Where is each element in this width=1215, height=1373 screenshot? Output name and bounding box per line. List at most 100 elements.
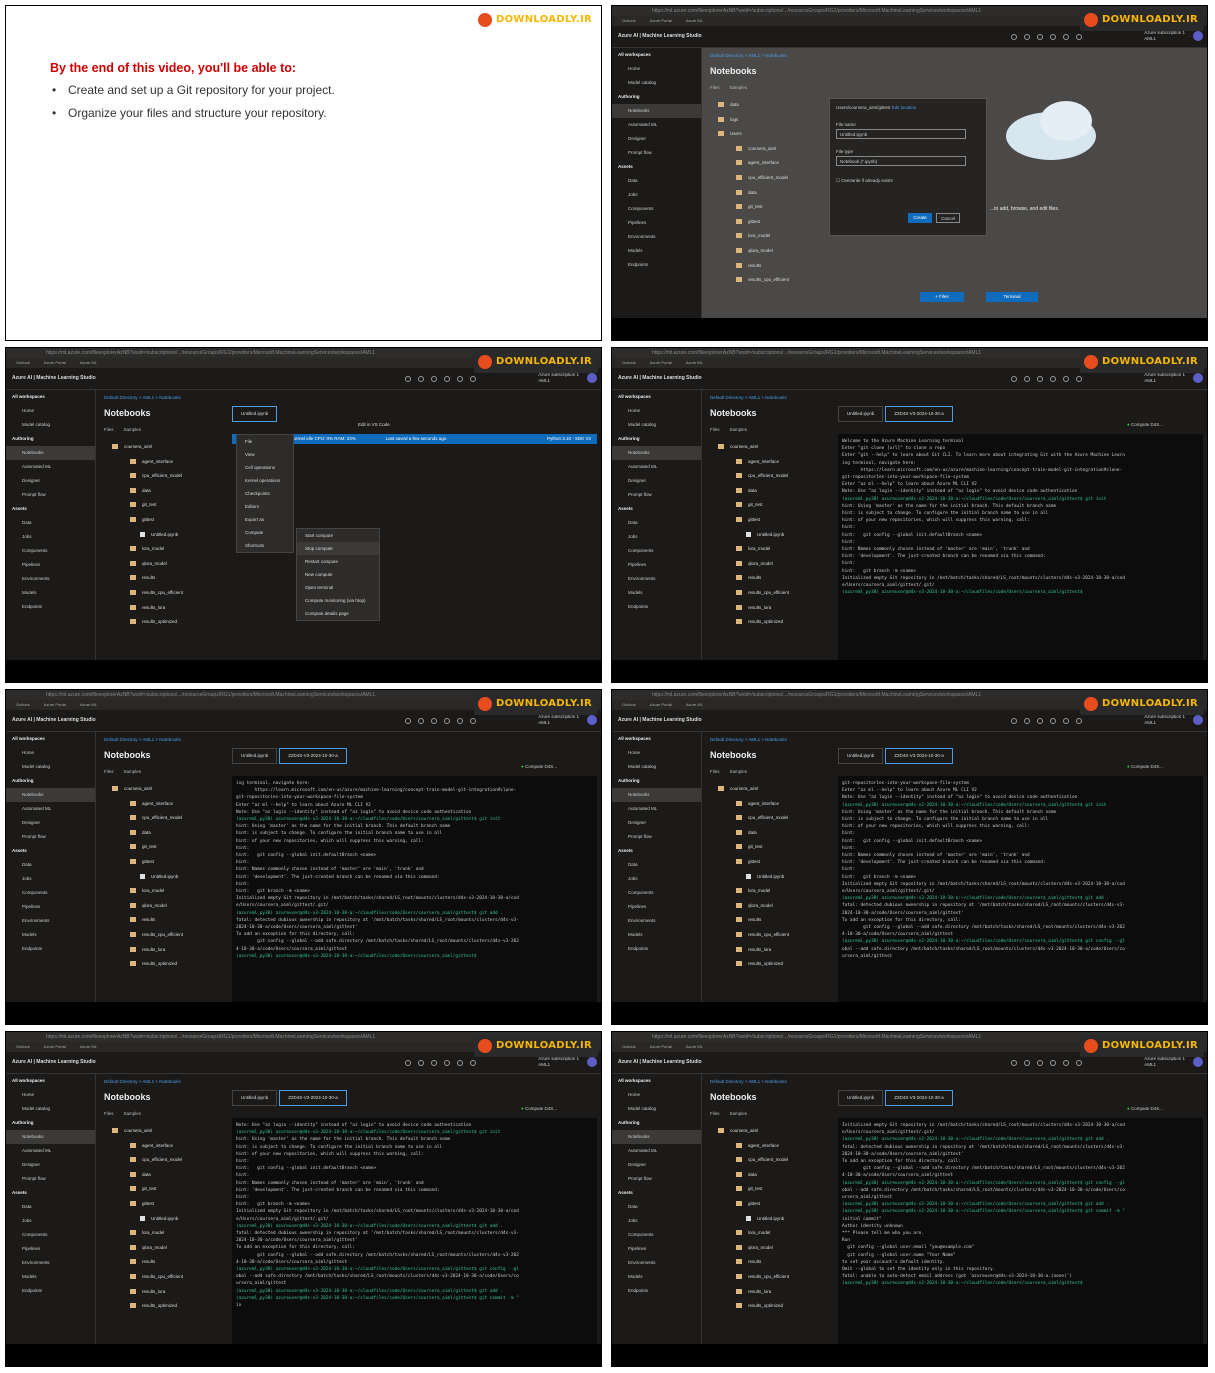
compute-indicator[interactable]: ● Compute D4S... xyxy=(1127,422,1163,427)
bookmark[interactable]: Azure ML xyxy=(686,1044,703,1049)
header-action-icon[interactable] xyxy=(1037,34,1043,40)
nav-item[interactable]: Notebooks xyxy=(612,788,701,802)
tree-item[interactable]: results_lora xyxy=(708,943,832,958)
header-action-icon[interactable] xyxy=(1050,718,1056,724)
submenu-item[interactable]: Compute monitoring (via htop) xyxy=(297,594,379,607)
tree-item[interactable]: coursera_aiml xyxy=(102,440,226,455)
nav-item[interactable]: Endpoints xyxy=(612,600,701,614)
header-action-icon[interactable] xyxy=(444,718,450,724)
tree-item[interactable]: data xyxy=(708,98,832,113)
nav-item[interactable]: Home xyxy=(6,1088,95,1102)
file-type-select[interactable]: Notebook (*.ipynb) xyxy=(836,156,966,166)
menu-item[interactable]: Export as xyxy=(237,513,293,526)
nav-item[interactable]: Jobs xyxy=(612,1214,701,1228)
header-action-icon[interactable] xyxy=(405,718,411,724)
tab-notebook[interactable]: Untitled.ipynb xyxy=(232,748,278,764)
nav-item[interactable]: Models xyxy=(612,244,701,258)
menu-item[interactable]: Kernel operations xyxy=(237,474,293,487)
nav-item[interactable]: Assets xyxy=(612,1186,701,1200)
tree-item[interactable]: results xyxy=(708,1255,832,1270)
header-action-icon[interactable] xyxy=(405,376,411,382)
tree-item[interactable]: qlora_model xyxy=(102,1241,226,1256)
tree-item[interactable]: results_cpu_efficient xyxy=(102,586,226,601)
tab-notebook[interactable]: Untitled.ipynb xyxy=(232,1090,278,1106)
terminal[interactable]: Note: Use "az login --identity" instead … xyxy=(232,1118,597,1344)
tree-item[interactable]: results xyxy=(102,1255,226,1270)
header-action-icon[interactable] xyxy=(1076,718,1082,724)
header-action-icon[interactable] xyxy=(1063,34,1069,40)
nav-item[interactable]: Models xyxy=(6,586,95,600)
submenu-item[interactable]: Open terminal xyxy=(297,581,379,594)
nav-item[interactable]: Prompt flow xyxy=(6,830,95,844)
add-files-button[interactable]: + Files xyxy=(920,292,964,302)
cancel-button[interactable]: Cancel xyxy=(936,213,960,223)
bookmark[interactable]: Azure ML xyxy=(80,1044,97,1049)
nav-item[interactable]: Notebooks xyxy=(612,104,701,118)
nav-item[interactable]: Home xyxy=(612,1088,701,1102)
header-action-icon[interactable] xyxy=(470,376,476,382)
header-action-icon[interactable] xyxy=(1011,1060,1017,1066)
header-action-icon[interactable] xyxy=(418,718,424,724)
tree-item[interactable]: data xyxy=(708,484,832,499)
header-action-icon[interactable] xyxy=(1011,376,1017,382)
header-action-icon[interactable] xyxy=(431,1060,437,1066)
nav-item[interactable]: All workspaces xyxy=(612,390,701,404)
nav-item[interactable]: Automated ML xyxy=(6,1144,95,1158)
nav-item[interactable]: Assets xyxy=(612,844,701,858)
nav-item[interactable]: All workspaces xyxy=(6,732,95,746)
nav-item[interactable]: Endpoints xyxy=(612,942,701,956)
compute-indicator[interactable]: ● Compute D4S... xyxy=(1127,764,1163,769)
tree-item[interactable]: data xyxy=(708,1168,832,1183)
nav-item[interactable]: Designer xyxy=(6,816,95,830)
overwrite-checkbox[interactable]: ☐ Overwrite if already exists xyxy=(836,178,980,184)
header-action-icon[interactable] xyxy=(431,376,437,382)
tree-item[interactable]: gittest xyxy=(708,215,832,230)
avatar[interactable] xyxy=(1193,715,1203,725)
tab-files[interactable]: Files xyxy=(710,769,720,774)
header-action-icon[interactable] xyxy=(1011,34,1017,40)
header-action-icon[interactable] xyxy=(1063,718,1069,724)
nav-item[interactable]: Jobs xyxy=(6,530,95,544)
tab-terminal[interactable]: Z2D4S-V3-2024-10-30-a xyxy=(885,748,953,764)
nav-item[interactable]: Models xyxy=(612,1270,701,1284)
header-action-icon[interactable] xyxy=(1037,376,1043,382)
tree-item[interactable]: git_test xyxy=(708,200,832,215)
tree-item[interactable]: results xyxy=(708,259,832,274)
tree-item[interactable]: qlora_model xyxy=(708,244,832,259)
nav-item[interactable]: Prompt flow xyxy=(612,146,701,160)
tree-item[interactable]: Users xyxy=(708,127,832,142)
nav-item[interactable]: Endpoints xyxy=(6,1284,95,1298)
tree-item[interactable]: results_cpu_efficient xyxy=(708,586,832,601)
tree-item[interactable]: cpu_efficient_model xyxy=(708,469,832,484)
tree-item[interactable]: results_lora xyxy=(102,601,226,616)
header-action-icon[interactable] xyxy=(1076,1060,1082,1066)
nav-item[interactable]: Models xyxy=(612,928,701,942)
nav-item[interactable]: Notebooks xyxy=(6,1130,95,1144)
nav-item[interactable]: Prompt flow xyxy=(612,1172,701,1186)
tree-item[interactable]: data xyxy=(102,484,226,499)
tree-item[interactable]: results_cpu_efficient xyxy=(708,928,832,943)
avatar[interactable] xyxy=(587,1057,597,1067)
nav-item[interactable]: Endpoints xyxy=(612,1284,701,1298)
edit-vscode-button[interactable]: Edit in VS Code xyxy=(358,422,390,427)
nav-item[interactable]: Environments xyxy=(612,914,701,928)
nav-item[interactable]: Jobs xyxy=(6,1214,95,1228)
tree-item[interactable]: data xyxy=(102,1168,226,1183)
nav-item[interactable]: Environments xyxy=(612,1256,701,1270)
tree-item[interactable]: gittest xyxy=(708,1197,832,1212)
compute-indicator[interactable]: ● Compute D4S... xyxy=(1127,1106,1163,1111)
tree-item[interactable]: qlora_model xyxy=(708,1241,832,1256)
tree-item[interactable]: lora_model xyxy=(708,229,832,244)
submenu-item[interactable]: Restart compute xyxy=(297,555,379,568)
nav-item[interactable]: Endpoints xyxy=(6,942,95,956)
nav-item[interactable]: Pipelines xyxy=(612,216,701,230)
breadcrumb[interactable]: Default Directory > AML1 > Notebooks xyxy=(104,1079,181,1084)
header-action-icon[interactable] xyxy=(1024,718,1030,724)
nav-item[interactable]: Data xyxy=(6,858,95,872)
nav-item[interactable]: Models xyxy=(6,1270,95,1284)
avatar[interactable] xyxy=(1193,31,1203,41)
submenu-item[interactable]: Start compute xyxy=(297,529,379,542)
nav-item[interactable]: Notebooks xyxy=(6,446,95,460)
bookmark[interactable]: Azure Portal xyxy=(650,702,672,707)
nav-item[interactable]: Assets xyxy=(612,160,701,174)
